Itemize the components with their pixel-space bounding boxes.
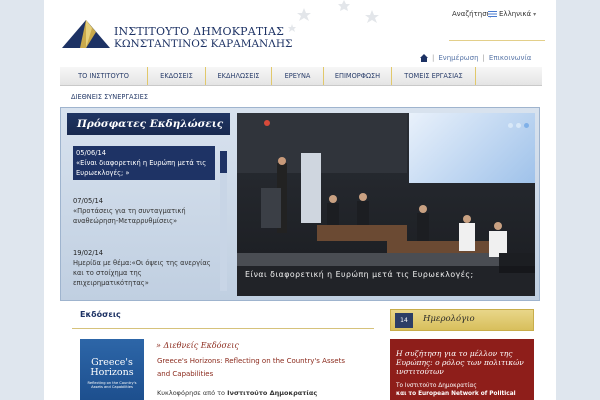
- logo-title[interactable]: ΙΝΣΤΙΤΟΥΤΟ ΔΗΜΟΚΡΑΤΙΑΣ: [114, 25, 284, 38]
- photo-caption[interactable]: Είναι διαφορετική η Ευρώπη μετά τις Ευρω…: [237, 266, 535, 296]
- desc-publisher: Ινστιτούτο Δημοκρατίας: [227, 389, 318, 397]
- event-date: 05/06/14: [76, 149, 107, 157]
- event-list-scrollbar[interactable]: [220, 151, 227, 291]
- book-description: Κυκλοφόρησε από το Ινστιτούτο Δημοκρατία…: [157, 389, 317, 397]
- book-cover-subtitle: Reflecting on the Country's Assets and C…: [87, 381, 137, 389]
- nav-item-publications[interactable]: ΕΚΔΟΣΕΙΣ: [148, 67, 206, 85]
- greek-flag-icon: [488, 11, 497, 17]
- calendar-feature[interactable]: Η συζήτηση για το μέλλον της Ευρώπης: ο …: [390, 339, 534, 400]
- nav-item-institute[interactable]: ΤΟ ΙΝΣΤΙΤΟΥΤΟ: [60, 67, 148, 85]
- book-cover-title: Greece's Horizons: [90, 357, 134, 378]
- nav-item-events[interactable]: ΕΚΔΗΛΩΣΕΙΣ: [206, 67, 272, 85]
- list-item[interactable]: 05/06/14 «Είναι διαφορετική η Ευρώπη μετ…: [73, 146, 215, 180]
- chevron-down-icon: ▾: [533, 10, 537, 18]
- calendar-body-line2: και το European Network of Political: [396, 391, 516, 397]
- calendar-body: Το Ινστιτούτο Δημοκρατίας και το Europea…: [396, 382, 536, 398]
- calendar-title: Ημερολόγιο: [423, 314, 475, 324]
- language-selector[interactable]: Ελληνικά ▾: [488, 10, 536, 18]
- event-title: «Προτάσεις για τη συνταγματική αναθεώρησ…: [73, 207, 186, 225]
- event-date: 07/05/14: [73, 197, 104, 205]
- publications-divider: [72, 328, 374, 329]
- home-icon[interactable]: [420, 54, 428, 62]
- international-publications-link[interactable]: » Διεθνείς Εκδόσεις: [156, 341, 239, 350]
- event-title: Ημερίδα με θέμα:«Οι όψεις της ανεργίας κ…: [73, 259, 211, 287]
- publications-heading: Εκδόσεις: [80, 310, 121, 319]
- slide-indicators: [508, 123, 529, 128]
- featured-event-photo[interactable]: Είναι διαφορετική η Ευρώπη μετά τις Ευρω…: [237, 113, 535, 296]
- news-link[interactable]: Ενημέρωση: [438, 54, 478, 62]
- book-cover[interactable]: Greece's Horizons Reflecting on the Coun…: [80, 339, 144, 400]
- calendar-headline: Η συζήτηση για το μέλλον της Ευρώπης: ο …: [396, 349, 524, 376]
- calendar-icon: 14: [395, 313, 413, 328]
- main-nav: ΤΟ ΙΝΣΤΙΤΟΥΤΟ ΕΚΔΟΣΕΙΣ ΕΚΔΗΛΩΣΕΙΣ ΕΡΕΥΝΑ…: [60, 67, 542, 86]
- desc-prefix: Κυκλοφόρησε από το: [157, 389, 226, 397]
- nav-item-work-areas[interactable]: ΤΟΜΕΙΣ ΕΡΓΑΣΙΑΣ: [392, 67, 476, 85]
- slide-dot[interactable]: [524, 123, 529, 128]
- slide-dot[interactable]: [508, 123, 513, 128]
- featured-events-panel: Πρόσφατες Εκδηλώσεις 05/06/14 «Είναι δια…: [60, 107, 540, 301]
- nav-item-training[interactable]: ΕΠΙΜΟΡΦΩΣΗ: [324, 67, 392, 85]
- separator: |: [432, 54, 435, 62]
- institute-logo-icon[interactable]: [62, 18, 110, 48]
- utility-links: | Ενημέρωση | Επικοινωνία: [420, 54, 531, 62]
- book-title-link[interactable]: Greece's Horizons: Reflecting on the Cou…: [157, 355, 357, 381]
- event-title: «Είναι διαφορετική η Ευρώπη μετά τις Ευρ…: [76, 159, 207, 177]
- nav-item-international[interactable]: ΔΙΕΘΝΕΙΣ ΣΥΝΕΡΓΑΣΙΕΣ: [71, 93, 148, 101]
- calendar-body-line1: Το Ινστιτούτο Δημοκρατίας: [396, 383, 477, 389]
- language-label: Ελληνικά: [499, 10, 532, 18]
- events-panel-title: Πρόσφατες Εκδηλώσεις: [67, 113, 230, 135]
- list-item[interactable]: 19/02/14 Ημερίδα με θέμα:«Οι όψεις της α…: [73, 248, 215, 288]
- separator: |: [482, 54, 485, 62]
- nav-item-research[interactable]: ΕΡΕΥΝΑ: [272, 67, 324, 85]
- contact-link[interactable]: Επικοινωνία: [489, 54, 531, 62]
- list-item[interactable]: 07/05/14 «Προτάσεις για τη συνταγματική …: [73, 196, 215, 226]
- header-divider: [449, 40, 545, 41]
- scroll-thumb[interactable]: [220, 151, 227, 173]
- book-authors: [80, 347, 144, 352]
- logo-subtitle[interactable]: ΚΩΝΣΤΑΝΤΙΝΟΣ ΚΑΡΑΜΑΝΛΗΣ: [114, 38, 292, 50]
- calendar-header[interactable]: 14 Ημερολόγιο: [390, 309, 534, 331]
- slide-dot[interactable]: [516, 123, 521, 128]
- search-link[interactable]: Αναζήτηση: [452, 10, 491, 18]
- event-list: 05/06/14 «Είναι διαφορετική η Ευρώπη μετ…: [67, 138, 230, 296]
- event-date: 19/02/14: [73, 249, 104, 257]
- stars-decoration-icon: [288, 0, 379, 32]
- page: ΙΝΣΤΙΤΟΥΤΟ ΔΗΜΟΚΡΑΤΙΑΣ ΚΩΝΣΤΑΝΤΙΝΟΣ ΚΑΡΑ…: [44, 0, 556, 400]
